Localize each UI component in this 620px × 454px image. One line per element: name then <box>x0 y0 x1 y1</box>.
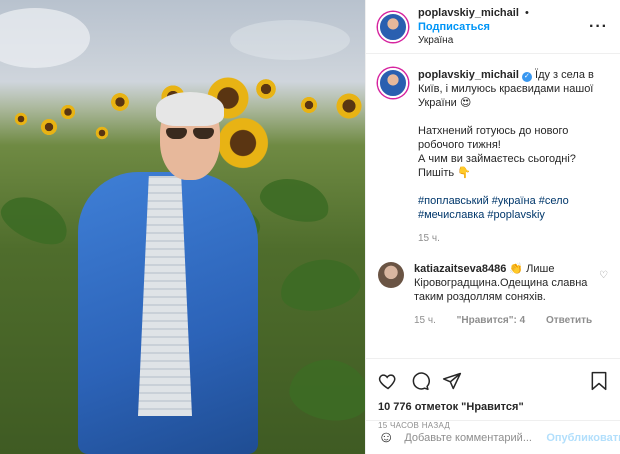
avatar[interactable] <box>378 11 408 42</box>
caption-body: poplavskiy_michail ✓ Їду з села в Київ, … <box>418 68 608 246</box>
comment-input[interactable] <box>404 431 547 444</box>
caption-avatar[interactable] <box>378 68 408 98</box>
post-photo[interactable] <box>0 0 365 454</box>
publish-button[interactable]: Опубликовать <box>546 432 620 444</box>
save-bookmark-icon[interactable] <box>590 371 608 391</box>
comment-username[interactable]: katiazaitseva8486 <box>414 263 506 275</box>
caption-line-2: Натхнений готуюсь до нового робочого тиж… <box>418 125 569 151</box>
comment-likes[interactable]: "Нравится": 4 <box>457 315 526 326</box>
comment-time: 15 ч. <box>414 315 436 326</box>
sunflower <box>300 96 318 114</box>
comment-body: katiazaitseva8486 👏 Лише Кіровоградщина.… <box>414 262 593 328</box>
sunflower <box>60 104 76 120</box>
comment-meta: 15 ч. "Нравится": 4 Ответить <box>414 314 593 328</box>
sunflower <box>255 78 277 100</box>
follow-button[interactable]: Подписаться <box>418 21 490 33</box>
comment-heart-icon[interactable]: ♡ <box>599 270 608 281</box>
caption-hashtags[interactable]: #поплавський #україна #село #мечиславка … <box>418 194 608 222</box>
comments-section: poplavskiy_michail ✓ Їду з села в Київ, … <box>366 54 620 358</box>
leaf <box>0 187 76 253</box>
sunflower <box>40 118 58 136</box>
caption-line-3: А чим ви займаєтесь сьогодні? Пишіть 👇 <box>418 153 576 179</box>
leaf <box>256 171 334 229</box>
leaf <box>276 253 364 317</box>
hair <box>156 92 224 126</box>
caption-time: 15 ч. <box>418 233 440 244</box>
header-text: poplavskiy_michail • Подписаться Україна <box>418 6 589 48</box>
sunglasses <box>166 128 216 140</box>
post-sidebar: poplavskiy_michail • Подписаться Україна… <box>365 0 620 454</box>
sunflower <box>335 92 363 120</box>
comment-bubble-icon[interactable] <box>410 371 430 391</box>
cloud <box>0 8 90 68</box>
cloud <box>230 20 350 60</box>
post-header: poplavskiy_michail • Подписаться Україна… <box>366 0 620 54</box>
man-in-blue-suit <box>78 92 258 454</box>
instagram-post: poplavskiy_michail • Подписаться Україна… <box>0 0 620 454</box>
caption-username[interactable]: poplavskiy_michail <box>418 69 519 81</box>
comment-row: katiazaitseva8486 👏 Лише Кіровоградщина.… <box>378 262 608 328</box>
sunflower <box>14 112 28 126</box>
header-username[interactable]: poplavskiy_michail <box>418 7 519 19</box>
caption-row: poplavskiy_michail ✓ Їду з села в Київ, … <box>378 68 608 246</box>
action-icons <box>378 367 608 395</box>
like-heart-icon[interactable] <box>378 371 398 391</box>
separator-dot: • <box>524 6 529 19</box>
more-options-icon[interactable]: ··· <box>589 18 608 36</box>
emoji-icon[interactable]: ☺ <box>378 429 394 447</box>
commenter-avatar[interactable] <box>378 262 404 288</box>
likes-count[interactable]: 10 776 отметок "Нравится" <box>378 401 608 413</box>
reply-button[interactable]: Ответить <box>546 315 592 326</box>
add-comment-bar: ☺ Опубликовать <box>366 420 620 454</box>
leaf <box>285 353 365 427</box>
location-link[interactable]: Україна <box>418 34 589 48</box>
share-paper-plane-icon[interactable] <box>442 371 462 391</box>
verified-badge-icon: ✓ <box>521 72 532 82</box>
